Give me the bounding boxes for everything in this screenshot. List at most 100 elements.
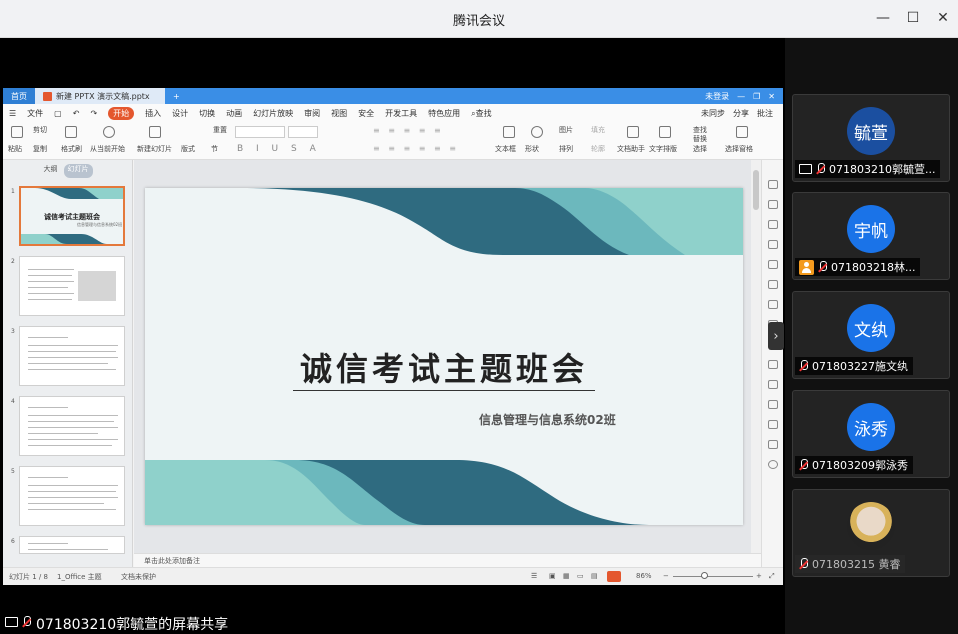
slide-thumbnail-6[interactable]: [19, 536, 125, 554]
doc-protect-status[interactable]: 文档未保护: [121, 572, 156, 582]
new-tab-button[interactable]: +: [165, 88, 188, 104]
paste-icon[interactable]: [11, 126, 23, 138]
animation-icon[interactable]: [768, 300, 778, 309]
share-button[interactable]: 分享: [733, 108, 749, 119]
slide-thumbnail-3[interactable]: [19, 326, 125, 386]
cut-button[interactable]: 剪切: [33, 125, 47, 135]
text-layout-icon[interactable]: [659, 126, 671, 138]
comment-button[interactable]: 批注: [757, 108, 773, 119]
tab-home[interactable]: 首页: [3, 88, 35, 104]
reading-view-icon[interactable]: ▭: [577, 572, 584, 580]
menu-item-features[interactable]: 特色应用: [428, 108, 460, 119]
menu-item-animation[interactable]: 动画: [226, 108, 242, 119]
menu-item-review[interactable]: 审阅: [304, 108, 320, 119]
section-button[interactable]: 节: [211, 144, 218, 154]
transform-icon[interactable]: [768, 220, 778, 229]
zoom-slider[interactable]: [673, 576, 753, 577]
share-icon[interactable]: [768, 420, 778, 429]
paragraph-icons[interactable]: ≡ ≡ ≡ ≡ ≡: [373, 126, 444, 135]
layout-button[interactable]: 版式: [181, 144, 195, 154]
format-painter-icon[interactable]: [65, 126, 77, 138]
style-icon[interactable]: [768, 200, 778, 209]
notes-toggle-icon[interactable]: ☰: [531, 572, 537, 580]
participant-card[interactable]: 毓萱 071803210郭毓萱...: [792, 94, 950, 182]
sync-status[interactable]: 未同步: [701, 108, 725, 119]
paste-button[interactable]: 粘贴: [8, 144, 22, 154]
image-button[interactable]: 图片: [559, 125, 573, 135]
menu-start[interactable]: 开始: [108, 106, 135, 120]
menu-hamburger-icon[interactable]: ☰: [9, 109, 16, 118]
from-current-button[interactable]: 从当前开始: [90, 144, 125, 154]
menu-item-transition[interactable]: 切换: [199, 108, 215, 119]
login-status[interactable]: 未登录: [705, 91, 729, 102]
arrange-button[interactable]: 排列: [559, 144, 573, 154]
layer-icon[interactable]: [768, 360, 778, 369]
menu-item-insert[interactable]: 插入: [145, 108, 161, 119]
scrollbar-thumb[interactable]: [753, 170, 759, 210]
fill-tool-icon[interactable]: [768, 240, 778, 249]
format-painter-button[interactable]: 格式刷: [61, 144, 82, 154]
slide-thumbnail-5[interactable]: [19, 466, 125, 526]
menu-item-design[interactable]: 设计: [172, 108, 188, 119]
slide-thumbnail-2[interactable]: [19, 256, 125, 316]
undo-icon[interactable]: ↶: [73, 109, 80, 118]
grid-icon[interactable]: [768, 260, 778, 269]
redo-icon[interactable]: ↷: [90, 109, 97, 118]
selection-pane-button[interactable]: 选择窗格: [725, 144, 753, 154]
participant-card[interactable]: 泳秀 071803209郭泳秀: [792, 390, 950, 478]
chart-icon[interactable]: [768, 280, 778, 289]
reset-button[interactable]: 重置: [213, 125, 227, 135]
replace-button[interactable]: 替换: [693, 134, 707, 144]
minimize-button[interactable]: —: [872, 8, 894, 28]
participant-card[interactable]: 071803215 黄睿: [792, 489, 950, 577]
collapse-sidebar-button[interactable]: ›: [768, 322, 784, 350]
shape-icon[interactable]: [531, 126, 543, 138]
menu-item-view[interactable]: 视图: [331, 108, 347, 119]
menu-item-slideshow[interactable]: 幻灯片放映: [253, 108, 293, 119]
doc-assistant-icon[interactable]: [627, 126, 639, 138]
properties-icon[interactable]: [768, 180, 778, 189]
picture-icon[interactable]: [768, 380, 778, 389]
zoom-slider-knob[interactable]: [701, 572, 708, 579]
quick-save-icon[interactable]: ▢: [54, 109, 62, 118]
alignment-icons[interactable]: ≡ ≡ ≡ ≡ ≡ ≡: [373, 144, 459, 153]
zoom-level[interactable]: 86%: [636, 572, 652, 580]
fit-window-icon[interactable]: ⤢: [769, 572, 775, 581]
window-minimize-icon[interactable]: —: [737, 92, 745, 101]
participant-card[interactable]: 宇帆 071803218林...: [792, 192, 950, 280]
text-layout-button[interactable]: 文字排版: [649, 144, 677, 154]
slide-thumbnail-4[interactable]: [19, 396, 125, 456]
doc-assistant-button[interactable]: 文档助手: [617, 144, 645, 154]
menu-item-security[interactable]: 安全: [358, 108, 374, 119]
new-slide-button[interactable]: 新建幻灯片: [137, 144, 172, 154]
notes-area[interactable]: 单击此处添加备注: [134, 553, 761, 567]
font-format-icons[interactable]: B I U S A: [237, 144, 321, 154]
select-button[interactable]: 选择: [693, 144, 707, 154]
slideshow-play-button[interactable]: [607, 571, 621, 582]
zoom-out-button[interactable]: −: [663, 572, 669, 580]
textbox-button[interactable]: 文本框: [495, 144, 516, 154]
font-size-select[interactable]: [288, 126, 318, 138]
play-from-current-icon[interactable]: [103, 126, 115, 138]
current-slide[interactable]: 诚信考试主题班会 信息管理与信息系统02班: [145, 188, 743, 525]
tab-document[interactable]: 新建 PPTX 演示文稿.pptx: [35, 88, 165, 104]
menu-file[interactable]: 文件: [27, 108, 43, 119]
sorter-view-icon[interactable]: ▦: [563, 572, 570, 580]
slide-thumbnail-1[interactable]: 诚信考试主题班会 信息管理与信息系统02班: [19, 186, 125, 246]
shape-button[interactable]: 形状: [525, 144, 539, 154]
close-button[interactable]: ✕: [932, 8, 954, 28]
selection-pane-icon[interactable]: [736, 126, 748, 138]
panel-tab-outline[interactable]: 大纲: [44, 164, 58, 178]
copy-button[interactable]: 复制: [33, 144, 47, 154]
menu-item-developer[interactable]: 开发工具: [385, 108, 417, 119]
textbox-icon[interactable]: [503, 126, 515, 138]
fill-button[interactable]: 填充: [591, 125, 605, 135]
font-name-select[interactable]: [235, 126, 285, 138]
maximize-button[interactable]: ☐: [902, 8, 924, 28]
window-restore-icon[interactable]: ❐: [753, 92, 760, 101]
gear-icon[interactable]: [768, 440, 778, 449]
zoom-in-button[interactable]: +: [756, 572, 762, 580]
window-close-icon[interactable]: ✕: [768, 92, 775, 101]
participant-card[interactable]: 文纨 071803227施文纨: [792, 291, 950, 379]
outline-button[interactable]: 轮廓: [591, 144, 605, 154]
